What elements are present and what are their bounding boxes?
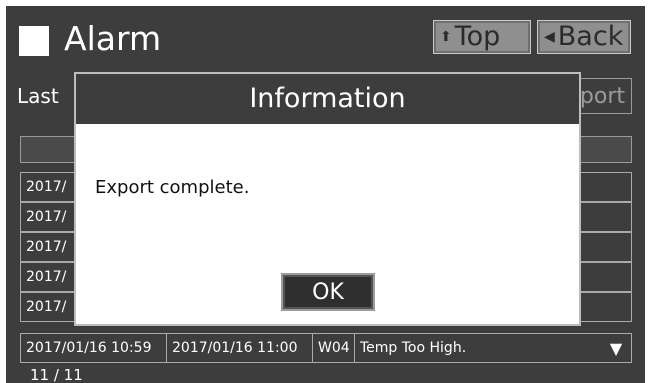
ok-button-label: OK	[312, 279, 344, 305]
export-button-label: port	[579, 83, 625, 109]
page-count: 11 / 11	[30, 366, 83, 383]
ok-button[interactable]: OK	[281, 273, 375, 311]
page-title: Alarm	[64, 19, 162, 58]
row-recovered: 2017/01/16 11:00	[167, 334, 313, 362]
down-triangle-icon[interactable]: ▼	[601, 339, 631, 358]
information-dialog: Information Export complete. OK	[74, 72, 581, 326]
row-date: 2017/	[26, 179, 67, 195]
row-occurred: 2017/01/16 10:59	[21, 334, 167, 362]
last-label: Last	[17, 84, 59, 108]
row-code: W04	[313, 334, 355, 362]
back-button-label: Back	[557, 21, 624, 52]
dialog-message: Export complete.	[95, 177, 250, 198]
up-arrow-icon: ⬆	[440, 29, 452, 45]
top-button[interactable]: ⬆ Top	[433, 20, 531, 54]
row-date: 2017/	[26, 299, 67, 315]
top-button-label: Top	[454, 21, 501, 52]
row-date: 2017/	[26, 209, 67, 225]
back-button[interactable]: ◀ Back	[537, 20, 631, 54]
dialog-title: Information	[76, 74, 579, 124]
row-message: Temp Too High.	[360, 340, 467, 356]
title-square-icon	[19, 26, 49, 56]
row-date: 2017/	[26, 239, 67, 255]
left-triangle-icon: ◀	[544, 29, 555, 45]
table-row[interactable]: 2017/01/16 10:59 2017/01/16 11:00 W04 Te…	[20, 333, 632, 363]
row-date: 2017/	[26, 269, 67, 285]
alarm-screen: Alarm ⬆ Top ◀ Back Last port 2017/ 2017/…	[6, 6, 645, 383]
